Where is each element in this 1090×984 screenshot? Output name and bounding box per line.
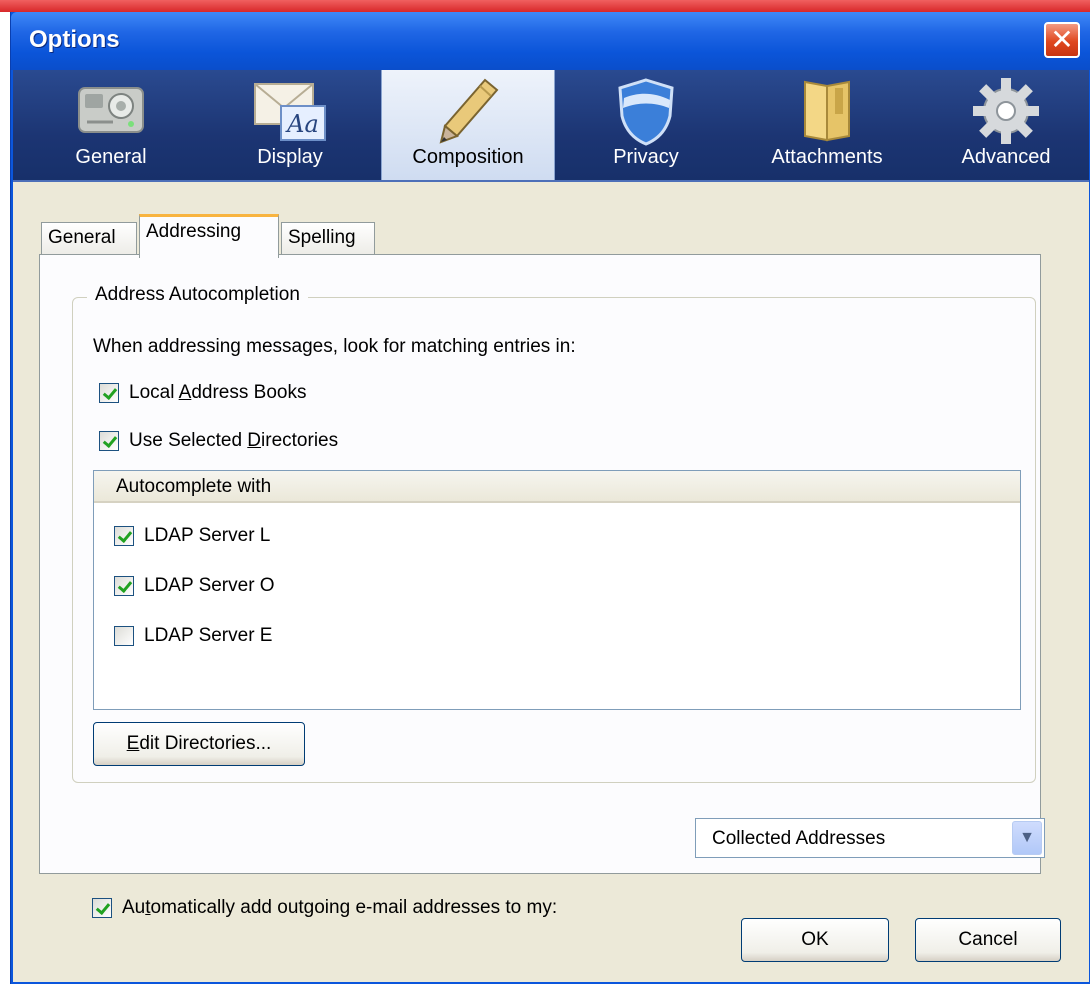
auto-add-outgoing-checkbox[interactable]: Automatically add outgoing e-mail addres… <box>92 897 557 919</box>
close-button[interactable]: ✕ <box>1044 22 1080 58</box>
pane-general[interactable]: General <box>27 70 195 180</box>
directories-list[interactable]: Autocomplete with LDAP Server L LDAP Ser… <box>93 470 1021 710</box>
svg-text:Aa: Aa <box>285 110 319 138</box>
server-label: LDAP Server L <box>144 525 271 546</box>
dialog-client-area: General Addressing Spelling Address Auto… <box>13 182 1089 982</box>
preference-panes-bar: General Aa Display Composition Privacy A… <box>13 70 1089 182</box>
address-autocompletion-group: Address Autocompletion When addressing m… <box>72 284 1036 783</box>
checkbox-box[interactable] <box>114 626 134 646</box>
gear-icon <box>973 78 1039 144</box>
pane-attachments-label: Attachments <box>771 146 883 168</box>
tab-spelling[interactable]: Spelling <box>281 222 375 256</box>
pane-attachments[interactable]: Attachments <box>741 70 913 180</box>
list-item[interactable]: LDAP Server O <box>114 575 275 597</box>
auto-add-outgoing-label: Automatically add outgoing e-mail addres… <box>122 897 558 918</box>
server-label: LDAP Server O <box>144 575 275 596</box>
folder-icon <box>804 80 850 142</box>
group-caption: Address Autocompletion <box>87 284 308 306</box>
shield-icon <box>618 78 674 146</box>
pane-advanced-label: Advanced <box>961 146 1051 168</box>
autocompletion-description: When addressing messages, look for match… <box>93 336 576 357</box>
address-book-dropdown[interactable]: Collected Addresses ▼ <box>695 818 1045 858</box>
pane-general-label: General <box>75 146 147 168</box>
checkbox-box[interactable] <box>114 576 134 596</box>
checkbox-box[interactable] <box>99 431 119 451</box>
pane-privacy-label: Privacy <box>613 146 679 168</box>
checkbox-box[interactable] <box>114 526 134 546</box>
list-item[interactable]: LDAP Server L <box>114 525 270 547</box>
autocomplete-with-column-header[interactable]: Autocomplete with <box>94 471 1020 503</box>
title-bar: Options ✕ <box>11 12 1090 70</box>
pencil-icon <box>439 78 499 144</box>
list-item[interactable]: LDAP Server E <box>114 625 272 647</box>
background-strip <box>0 0 1090 12</box>
close-icon: ✕ <box>1050 24 1074 55</box>
ok-button[interactable]: OK <box>741 918 889 962</box>
tab-addressing-label: Addressing <box>146 221 242 242</box>
window-title: Options <box>29 26 120 53</box>
addressing-panel: Address Autocompletion When addressing m… <box>39 254 1041 918</box>
chevron-down-icon[interactable]: ▼ <box>1012 821 1042 855</box>
pane-composition[interactable]: Composition <box>381 70 555 180</box>
use-selected-directories-label: Use Selected Directories <box>129 430 339 451</box>
selected-address-book: Collected Addresses <box>712 828 886 849</box>
checkbox-box[interactable] <box>92 898 112 918</box>
pane-composition-label: Composition <box>412 146 524 168</box>
tab-general[interactable]: General <box>41 222 137 256</box>
local-address-books-label: Local Address Books <box>129 382 307 403</box>
pane-display[interactable]: Aa Display <box>201 70 379 180</box>
cancel-button[interactable]: Cancel <box>915 918 1061 962</box>
server-label: LDAP Server E <box>144 625 273 646</box>
use-selected-directories-checkbox[interactable]: Use Selected Directories <box>99 430 338 452</box>
tab-spelling-label: Spelling <box>288 227 356 248</box>
pane-display-label: Display <box>257 146 323 168</box>
edit-directories-button[interactable]: Edit Directories... <box>93 722 305 766</box>
tab-addressing[interactable]: Addressing <box>139 214 279 258</box>
local-address-books-checkbox[interactable]: Local Address Books <box>99 382 306 404</box>
checkbox-box[interactable] <box>99 383 119 403</box>
options-window: Options ✕ General Aa Display Composition… <box>10 12 1090 984</box>
display-letter-icon: Aa <box>254 83 326 141</box>
pane-privacy[interactable]: Privacy <box>561 70 731 180</box>
general-switch-icon <box>78 87 144 133</box>
pane-advanced[interactable]: Advanced <box>923 70 1089 180</box>
tab-general-label: General <box>48 227 116 248</box>
